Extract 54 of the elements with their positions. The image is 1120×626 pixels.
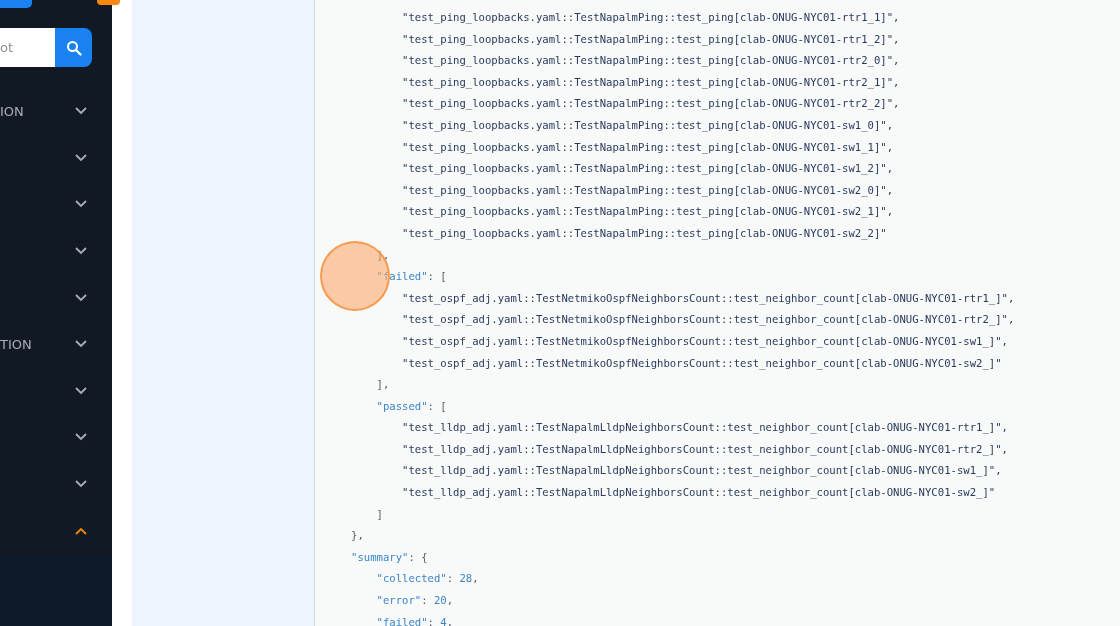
chevron-down-icon bbox=[75, 200, 87, 209]
chevron-down-icon bbox=[75, 293, 87, 302]
json-string: "test_ping_loopbacks.yaml::TestNapalmPing::test_ping[clab-ONUG-NYC01-rtr1_2]", bbox=[402, 32, 900, 45]
json-string: "test_ospf_adj.yaml::TestNetmikoOspfNeighborsCount::test_neighbor_count[clab-ONUG-NYC01-rtr2_]", bbox=[402, 313, 1015, 326]
json-string: "test_ping_loopbacks.yaml::TestNapalmPing::test_ping[clab-ONUG-NYC01-rtr2_1]", bbox=[402, 75, 900, 88]
json-number: 20 bbox=[433, 594, 447, 607]
json-string: "test_ping_loopbacks.yaml::TestNapalmPing::test_ping[clab-ONUG-NYC01-sw2_0]", bbox=[402, 183, 894, 196]
json-punct: }, bbox=[351, 529, 364, 542]
json-string: "test_ping_loopbacks.yaml::TestNapalmPing::test_ping[clab-ONUG-NYC01-rtr2_0]", bbox=[402, 54, 900, 67]
json-punct: : [ bbox=[427, 270, 447, 283]
json-punct: ], bbox=[376, 248, 390, 261]
json-key: "passed" bbox=[376, 399, 428, 412]
json-key: "summary" bbox=[351, 550, 409, 563]
json-key: "collected" bbox=[376, 572, 447, 585]
json-key: "error" bbox=[376, 594, 422, 607]
json-string: "test_lldp_adj.yaml::TestNapalmLldpNeighborsCount::test_neighbor_count[clab-ONUG-NYC01-sw2_]" bbox=[402, 486, 996, 499]
chevron-down-icon bbox=[75, 480, 87, 489]
chevron-down-icon bbox=[75, 433, 87, 442]
search-field[interactable]: ot bbox=[0, 28, 55, 67]
json-string: "test_ping_loopbacks.yaml::TestNapalmPing::test_ping[clab-ONUG-NYC01-sw1_1]", bbox=[402, 140, 894, 153]
json-string: "test_ping_loopbacks.yaml::TestNapalmPing::test_ping[clab-ONUG-NYC01-sw1_0]", bbox=[402, 118, 894, 131]
json-string: "test_ping_loopbacks.yaml::TestNapalmPing::test_ping[clab-ONUG-NYC01-rtr2_2]", bbox=[402, 97, 900, 110]
json-punct: : bbox=[427, 615, 435, 626]
json-punct: : [ bbox=[427, 399, 447, 412]
json-punct: ], bbox=[376, 378, 390, 391]
json-string: "test_ping_loopbacks.yaml::TestNapalmPing::test_ping[clab-ONUG-NYC01-sw1_2]", bbox=[402, 162, 894, 175]
chevron-down-icon bbox=[75, 340, 87, 349]
json-punct: : bbox=[446, 572, 455, 585]
json-number: 4 bbox=[440, 615, 447, 626]
chevron-down-icon bbox=[75, 153, 87, 162]
json-punct: , bbox=[472, 572, 479, 585]
chevron-down-icon bbox=[75, 386, 87, 395]
nav-item[interactable]: TION bbox=[0, 320, 112, 368]
chevron-up-icon bbox=[75, 526, 87, 535]
json-punct: , bbox=[446, 594, 454, 607]
json-string: "test_ping_loopbacks.yaml::TestNapalmPing::test_ping[clab-ONUG-NYC01-sw2_2]" bbox=[402, 226, 887, 239]
nav-item[interactable]: ION bbox=[0, 88, 112, 135]
search-icon bbox=[65, 39, 82, 56]
json-punct: : bbox=[421, 594, 429, 607]
json-string: "test_ping_loopbacks.yaml::TestNapalmPing::test_ping[clab-ONUG-NYC01-rtr1_1]", bbox=[402, 11, 900, 23]
json-string: "test_ospf_adj.yaml::TestNetmikoOspfNeighborsCount::test_neighbor_count[clab-ONUG-NYC01-rtr1_]", bbox=[402, 291, 1015, 304]
json-string: "test_ospf_adj.yaml::TestNetmikoOspfNeighborsCount::test_neighbor_count[clab-ONUG-NYC01-sw2_]" bbox=[402, 356, 1002, 369]
json-string: "test_lldp_adj.yaml::TestNapalmLldpNeighborsCount::test_neighbor_count[clab-ONUG-NYC01-rtr1_]", bbox=[402, 421, 1008, 434]
json-punct: ] bbox=[376, 507, 383, 520]
json-number: 28 bbox=[459, 572, 473, 585]
search-button[interactable] bbox=[55, 28, 92, 67]
json-string: "test_ospf_adj.yaml::TestNetmikoOspfNeighborsCount::test_neighbor_count[clab-ONUG-NYC01-sw1_]", bbox=[402, 334, 1008, 347]
json-string: "test_ping_loopbacks.yaml::TestNapalmPing::test_ping[clab-ONUG-NYC01-sw2_1]", bbox=[402, 205, 894, 218]
chevron-down-icon bbox=[75, 247, 87, 256]
chevron-down-icon bbox=[75, 107, 87, 116]
json-punct: : { bbox=[408, 550, 428, 563]
json-string: "test_lldp_adj.yaml::TestNapalmLldpNeighborsCount::test_neighbor_count[clab-ONUG-NYC01-rtr2_]", bbox=[402, 442, 1008, 455]
json-key: "failed" bbox=[376, 615, 428, 626]
json-string: "test_lldp_adj.yaml::TestNapalmLldpNeighborsCount::test_neighbor_count[clab-ONUG-NYC01-sw1_]", bbox=[402, 464, 1002, 477]
